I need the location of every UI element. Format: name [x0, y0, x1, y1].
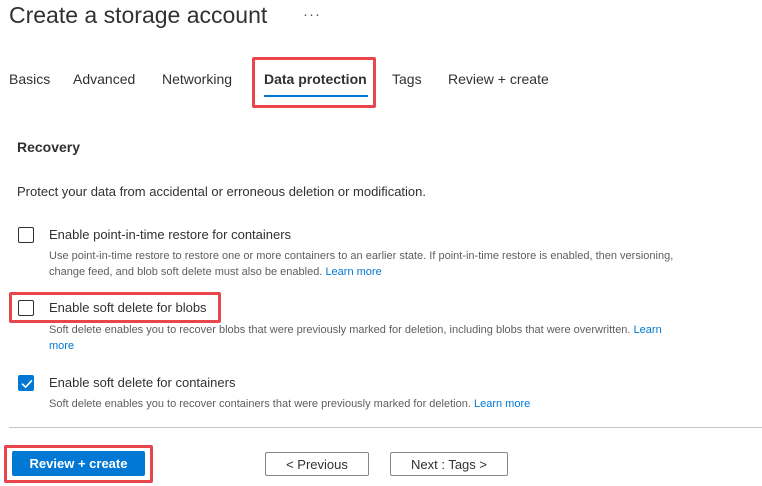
learn-more-link[interactable]: Learn	[634, 324, 662, 336]
learn-more-link[interactable]: Learn more	[325, 266, 381, 278]
tab-advanced[interactable]: Advanced	[73, 71, 135, 87]
checkbox-point-in-time-restore[interactable]	[18, 227, 34, 243]
tab-networking[interactable]: Networking	[162, 71, 232, 87]
next-tags-button[interactable]: Next : Tags >	[390, 452, 508, 476]
label-soft-delete-containers: Enable soft delete for containers	[49, 375, 236, 390]
checkbox-soft-delete-containers[interactable]	[18, 375, 34, 391]
page-title: Create a storage account	[9, 2, 268, 28]
tab-tags[interactable]: Tags	[392, 71, 422, 87]
tab-basics[interactable]: Basics	[9, 71, 50, 87]
section-description: Protect your data from accidental or err…	[17, 184, 426, 199]
ellipsis-icon[interactable]: ···	[303, 6, 321, 23]
help-text: change feed, and blob soft delete must a…	[49, 266, 323, 278]
section-heading-recovery: Recovery	[17, 139, 81, 155]
help-soft-delete-blobs: Soft delete enables you to recover blobs…	[49, 322, 662, 354]
help-point-in-time-restore: Use point-in-time restore to restore one…	[49, 248, 673, 280]
help-line: change feed, and blob soft delete must a…	[49, 264, 673, 280]
help-line: more	[49, 338, 662, 354]
help-text: Soft delete enables you to recover blobs…	[49, 324, 631, 336]
label-point-in-time-restore: Enable point-in-time restore for contain…	[49, 227, 292, 242]
learn-more-link[interactable]: Learn more	[474, 398, 530, 410]
checkmark-icon	[21, 380, 33, 388]
help-soft-delete-containers: Soft delete enables you to recover conta…	[49, 396, 530, 412]
learn-more-link-continued[interactable]: more	[49, 340, 74, 352]
footer-divider	[9, 427, 762, 428]
previous-button[interactable]: < Previous	[265, 452, 369, 476]
highlight-box-tab	[252, 57, 376, 108]
highlight-box-soft-delete-blobs	[9, 292, 221, 323]
help-line: Use point-in-time restore to restore one…	[49, 250, 674, 262]
help-line: Soft delete enables you to recover blobs…	[49, 322, 662, 338]
tab-review-create[interactable]: Review + create	[448, 71, 549, 87]
help-text: Soft delete enables you to recover conta…	[49, 398, 471, 410]
highlight-box-review-create	[4, 445, 153, 483]
help-line: Soft delete enables you to recover conta…	[49, 396, 530, 412]
